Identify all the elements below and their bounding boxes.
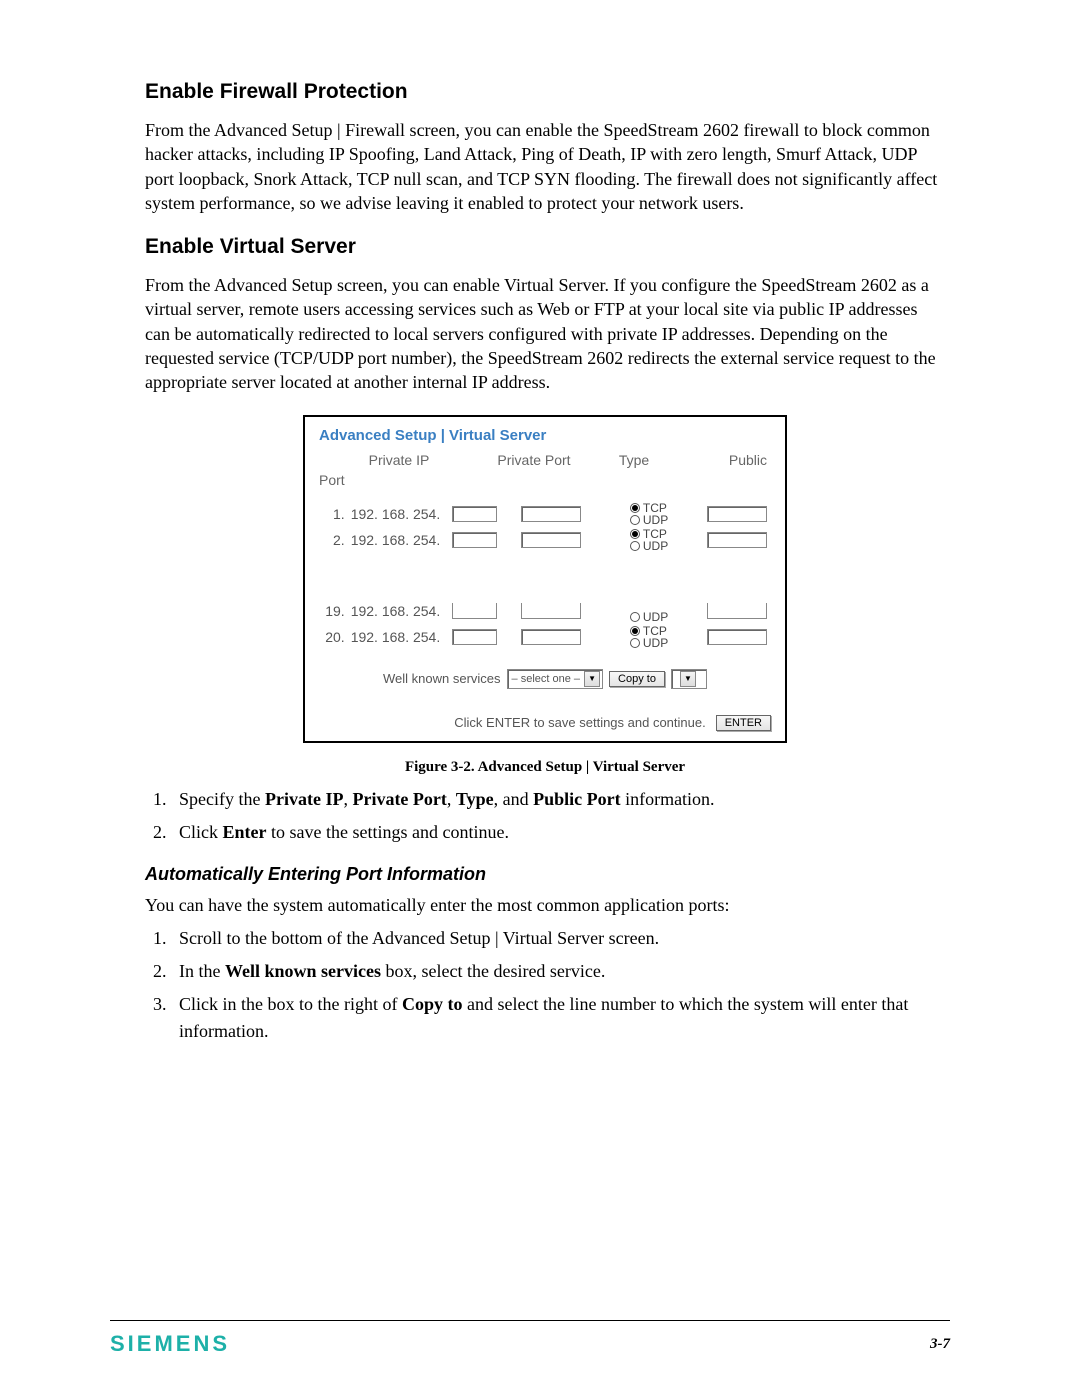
public-port-input[interactable] [707,603,767,619]
radio-tcp[interactable] [630,529,640,539]
private-port-input[interactable] [521,532,581,548]
table-row: 19. 192. 168. 254. . UDP [319,599,771,623]
well-known-services-label: Well known services [383,671,501,686]
text: Specify the [179,789,265,809]
page-number: 3-7 [930,1336,950,1353]
label-tcp: TCP [643,528,667,540]
radio-udp[interactable] [630,638,640,648]
brand-logo: SIEMENS [110,1331,230,1357]
steps-list-1: Specify the Private IP, Private Port, Ty… [145,786,945,846]
list-item: Click in the box to the right of Copy to… [171,991,945,1045]
list-item: In the Well known services box, select t… [171,958,945,985]
table-headers: Private IP Private Port Type Public [319,452,771,468]
chevron-down-icon: ▼ [680,671,696,687]
radio-udp[interactable] [630,515,640,525]
enter-button[interactable]: ENTER [716,715,771,731]
radio-udp[interactable] [630,541,640,551]
private-ip-input[interactable] [452,629,498,645]
para-auto-port: You can have the system automatically en… [145,893,945,917]
header-type: Type [599,452,669,468]
private-ip-input[interactable] [452,603,498,619]
panel-title: Advanced Setup | Virtual Server [319,427,771,444]
private-ip-input[interactable] [452,532,498,548]
text: , [447,789,456,809]
heading-enable-firewall: Enable Firewall Protection [145,80,945,104]
row-number: 2. [319,532,351,548]
label-tcp: TCP [643,502,667,514]
public-port-input[interactable] [707,629,767,645]
bold: Copy to [402,994,463,1014]
header-port: Port [319,472,771,488]
figure-virtual-server: Advanced Setup | Virtual Server Private … [303,415,787,743]
text: Click [179,822,223,842]
public-port-input[interactable] [707,506,767,522]
text: In the [179,961,225,981]
text: Click in the box to the right of [179,994,402,1014]
copy-to-select[interactable]: ▼ [671,669,707,689]
row-gap [319,554,771,599]
figure-caption: Figure 3-2. Advanced Setup | Virtual Ser… [405,759,685,776]
radio-tcp[interactable] [630,503,640,513]
chevron-down-icon: ▼ [584,671,600,687]
label-udp: UDP [643,514,668,526]
row-ip-prefix: 192. 168. 254. [351,603,450,619]
bold: Well known services [225,961,381,981]
heading-enable-virtual-server: Enable Virtual Server [145,235,945,259]
row-number: 19. [319,603,351,619]
radio-tcp[interactable] [630,626,640,636]
private-port-input[interactable] [521,629,581,645]
select-value: – select one – [512,673,581,685]
list-item: Scroll to the bottom of the Advanced Set… [171,925,945,952]
radio-udp[interactable] [630,612,640,622]
well-known-services-select[interactable]: – select one – ▼ [507,669,604,689]
row-number: 1. [319,506,351,522]
label-tcp: TCP [643,625,667,637]
text: to save the settings and continue. [267,822,509,842]
copy-to-button[interactable]: Copy to [609,671,665,687]
bold: Type [456,789,494,809]
steps-list-2: Scroll to the bottom of the Advanced Set… [145,925,945,1045]
bold: Private Port [352,789,446,809]
label-udp: UDP [643,540,668,552]
table-row: 20. 192. 168. 254. TCP UDP [319,625,771,649]
label-udp: UDP [643,637,668,649]
para-virtual-server: From the Advanced Setup screen, you can … [145,273,945,394]
text: information. [621,789,715,809]
private-port-input[interactable] [521,506,581,522]
list-item: Click Enter to save the settings and con… [171,819,945,846]
row-number: 20. [319,629,351,645]
list-item: Specify the Private IP, Private Port, Ty… [171,786,945,813]
text: box, select the desired service. [381,961,605,981]
private-ip-input[interactable] [452,506,498,522]
subheading-auto-port: Automatically Entering Port Information [145,864,945,885]
private-port-input[interactable] [521,603,581,619]
header-public: Public [669,452,771,468]
label-udp: UDP [643,611,668,623]
header-private-port: Private Port [479,452,589,468]
enter-hint: Click ENTER to save settings and continu… [454,715,705,730]
row-ip-prefix: 192. 168. 254. [351,506,450,522]
bold: Public Port [533,789,621,809]
table-row: 2. 192. 168. 254. TCP UDP [319,528,771,552]
public-port-input[interactable] [707,532,767,548]
table-row: 1. 192. 168. 254. TCP UDP [319,502,771,526]
page-footer: SIEMENS 3-7 [110,1320,950,1357]
para-firewall: From the Advanced Setup | Firewall scree… [145,118,945,215]
bold: Enter [223,822,267,842]
row-ip-prefix: 192. 168. 254. [351,629,450,645]
bold: Private IP [265,789,343,809]
text: , and [494,789,534,809]
header-private-ip: Private IP [319,452,479,468]
row-ip-prefix: 192. 168. 254. [351,532,450,548]
